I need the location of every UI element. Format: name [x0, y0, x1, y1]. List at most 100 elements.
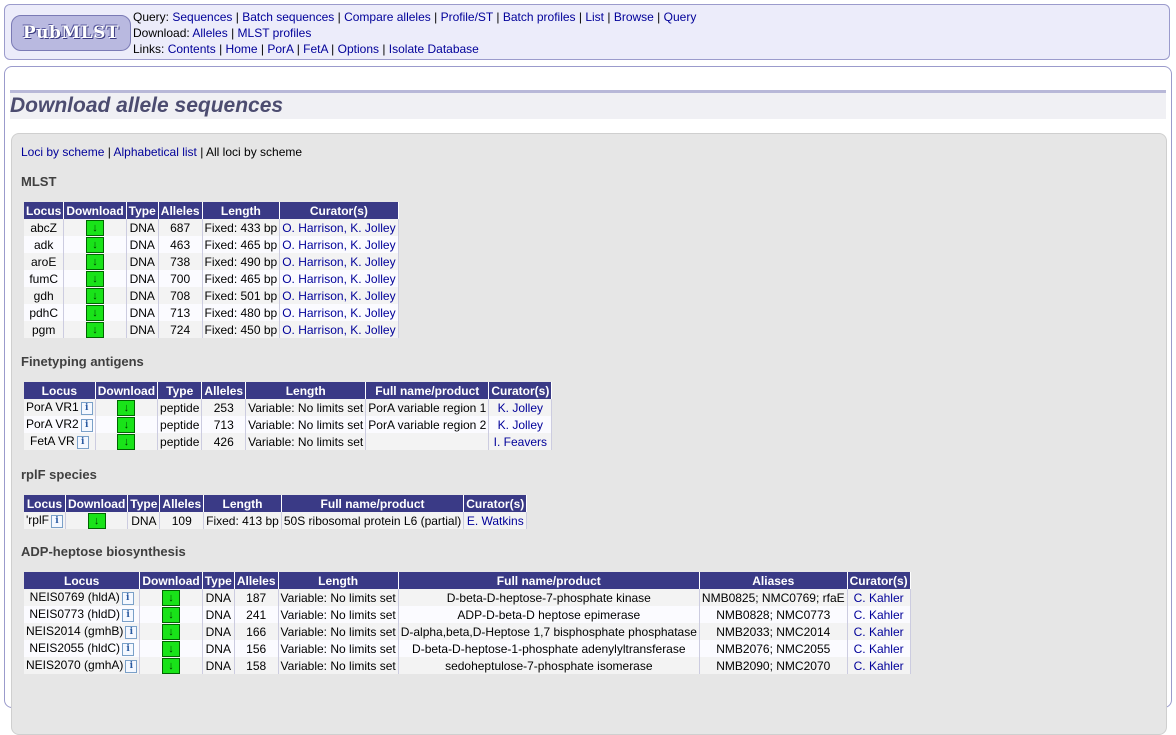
- column-header-download[interactable]: Download: [139, 572, 203, 589]
- download-arrow-icon[interactable]: ↓: [86, 253, 104, 270]
- column-header-download[interactable]: Download: [65, 495, 129, 512]
- column-header-curator-s[interactable]: Curator(s): [463, 495, 528, 512]
- download-arrow-icon[interactable]: ↓: [86, 304, 104, 321]
- column-header-type[interactable]: Type: [202, 572, 235, 589]
- column-header-full-name-product[interactable]: Full name/product: [365, 382, 490, 399]
- curators-cell: O. Harrison, K. Jolley: [279, 304, 399, 321]
- info-icon[interactable]: i: [125, 659, 138, 673]
- curator-link[interactable]: C. Kahler: [854, 642, 904, 656]
- loci-by-scheme-link[interactable]: Loci by scheme: [21, 145, 104, 159]
- curator-link[interactable]: C. Kahler: [854, 608, 904, 622]
- table-row: NEIS0769 (hldA) i ↓ DNA 187 Variable: No limi…: [24, 589, 911, 606]
- curator-link[interactable]: O. Harrison, K. Jolley: [282, 255, 395, 269]
- column-header-full-name-product[interactable]: Full name/product: [281, 495, 465, 512]
- links-menu: Links: Contents | Home | PorA | FetA | O…: [133, 42, 479, 56]
- column-header-locus[interactable]: Locus: [24, 382, 96, 399]
- download-arrow-icon[interactable]: ↓: [162, 606, 181, 623]
- type-cell: DNA: [126, 304, 159, 321]
- curator-link[interactable]: O. Harrison, K. Jolley: [282, 238, 395, 252]
- column-header-locus[interactable]: Locus: [24, 572, 141, 589]
- info-icon[interactable]: i: [121, 591, 134, 605]
- type-cell: DNA: [202, 589, 235, 606]
- column-header-full-name-product[interactable]: Full name/product: [398, 572, 700, 589]
- download-arrow-icon[interactable]: ↓: [117, 416, 136, 433]
- info-icon[interactable]: i: [80, 418, 93, 432]
- column-header-download[interactable]: Download: [63, 202, 127, 219]
- menu-link-options[interactable]: Options: [338, 42, 379, 56]
- column-header-type[interactable]: Type: [157, 382, 203, 399]
- menu-link-compare-alleles[interactable]: Compare alleles: [344, 10, 431, 24]
- alleles-cell: 156: [234, 640, 279, 657]
- info-icon[interactable]: i: [80, 401, 93, 415]
- menu-link-list[interactable]: List: [585, 10, 604, 24]
- column-header-length[interactable]: Length: [202, 202, 281, 219]
- download-arrow-icon[interactable]: ↓: [86, 236, 104, 253]
- curator-link[interactable]: C. Kahler: [854, 591, 904, 605]
- column-header-curator-s[interactable]: Curator(s): [488, 382, 553, 399]
- pubmlst-logo[interactable]: PubMLST: [11, 15, 131, 51]
- info-icon[interactable]: i: [122, 608, 135, 622]
- column-header-aliases[interactable]: Aliases: [699, 572, 848, 589]
- download-arrow-icon[interactable]: ↓: [86, 321, 104, 338]
- download-arrow-icon[interactable]: ↓: [86, 287, 104, 304]
- column-header-curator-s[interactable]: Curator(s): [847, 572, 911, 589]
- menu-link-contents[interactable]: Contents: [168, 42, 216, 56]
- menu-link-mlst-profiles[interactable]: MLST profiles: [238, 26, 312, 40]
- column-header-curator-s[interactable]: Curator(s): [279, 202, 399, 219]
- menu-link-browse[interactable]: Browse: [614, 10, 654, 24]
- download-arrow-icon[interactable]: ↓: [86, 270, 104, 287]
- column-header-type[interactable]: Type: [126, 202, 159, 219]
- curator-link[interactable]: I. Feavers: [494, 435, 547, 449]
- curator-link[interactable]: O. Harrison, K. Jolley: [282, 272, 395, 286]
- curator-link[interactable]: O. Harrison, K. Jolley: [282, 221, 395, 235]
- column-header-alleles[interactable]: Alleles: [158, 202, 203, 219]
- menu-link-isolate-database[interactable]: Isolate Database: [389, 42, 479, 56]
- info-icon[interactable]: i: [50, 514, 63, 528]
- info-icon[interactable]: i: [76, 435, 89, 449]
- curator-link[interactable]: K. Jolley: [498, 401, 543, 415]
- menu-link-home[interactable]: Home: [226, 42, 258, 56]
- column-header-length[interactable]: Length: [245, 382, 367, 399]
- locus-cell: fumC: [24, 270, 65, 287]
- query-label: Query:: [133, 10, 170, 24]
- alphabetical-list-link[interactable]: Alphabetical list: [114, 145, 197, 159]
- curator-link[interactable]: O. Harrison, K. Jolley: [282, 306, 395, 320]
- type-cell: peptide: [157, 399, 203, 416]
- menu-link-alleles[interactable]: Alleles: [192, 26, 227, 40]
- download-arrow-icon[interactable]: ↓: [87, 512, 106, 529]
- menu-link-batch-profiles[interactable]: Batch profiles: [503, 10, 576, 24]
- curator-link[interactable]: K. Jolley: [498, 418, 543, 432]
- column-header-locus[interactable]: Locus: [24, 495, 66, 512]
- type-cell: DNA: [126, 236, 159, 253]
- curator-link[interactable]: O. Harrison, K. Jolley: [282, 289, 395, 303]
- menu-link-feta[interactable]: FetA: [303, 42, 328, 56]
- column-header-alleles[interactable]: Alleles: [159, 495, 205, 512]
- column-header-alleles[interactable]: Alleles: [234, 572, 279, 589]
- column-header-type[interactable]: Type: [127, 495, 161, 512]
- menu-link-batch-sequences[interactable]: Batch sequences: [242, 10, 334, 24]
- info-icon[interactable]: i: [122, 642, 135, 656]
- download-arrow-icon[interactable]: ↓: [162, 657, 181, 674]
- menu-link-query[interactable]: Query: [664, 10, 697, 24]
- column-header-locus[interactable]: Locus: [24, 202, 65, 219]
- download-arrow-icon[interactable]: ↓: [86, 219, 104, 236]
- menu-link-profile-st[interactable]: Profile/ST: [441, 10, 493, 24]
- column-header-alleles[interactable]: Alleles: [201, 382, 247, 399]
- download-arrow-icon[interactable]: ↓: [162, 640, 181, 657]
- download-arrow-icon[interactable]: ↓: [162, 623, 181, 640]
- column-header-download[interactable]: Download: [95, 382, 159, 399]
- download-arrow-icon[interactable]: ↓: [117, 399, 136, 416]
- info-icon[interactable]: i: [125, 625, 138, 639]
- length-cell: Fixed: 450 bp: [202, 321, 281, 338]
- download-arrow-icon[interactable]: ↓: [117, 433, 136, 450]
- curator-link[interactable]: O. Harrison, K. Jolley: [282, 323, 395, 337]
- download-arrow-icon[interactable]: ↓: [162, 589, 181, 606]
- aliases-cell: NMB2090; NMC2070: [699, 657, 848, 674]
- column-header-length[interactable]: Length: [203, 495, 282, 512]
- column-header-length[interactable]: Length: [278, 572, 399, 589]
- menu-link-pora[interactable]: PorA: [267, 42, 293, 56]
- curator-link[interactable]: C. Kahler: [854, 625, 904, 639]
- curator-link[interactable]: C. Kahler: [854, 659, 904, 673]
- curator-link[interactable]: E. Watkins: [467, 514, 524, 528]
- menu-link-sequences[interactable]: Sequences: [172, 10, 232, 24]
